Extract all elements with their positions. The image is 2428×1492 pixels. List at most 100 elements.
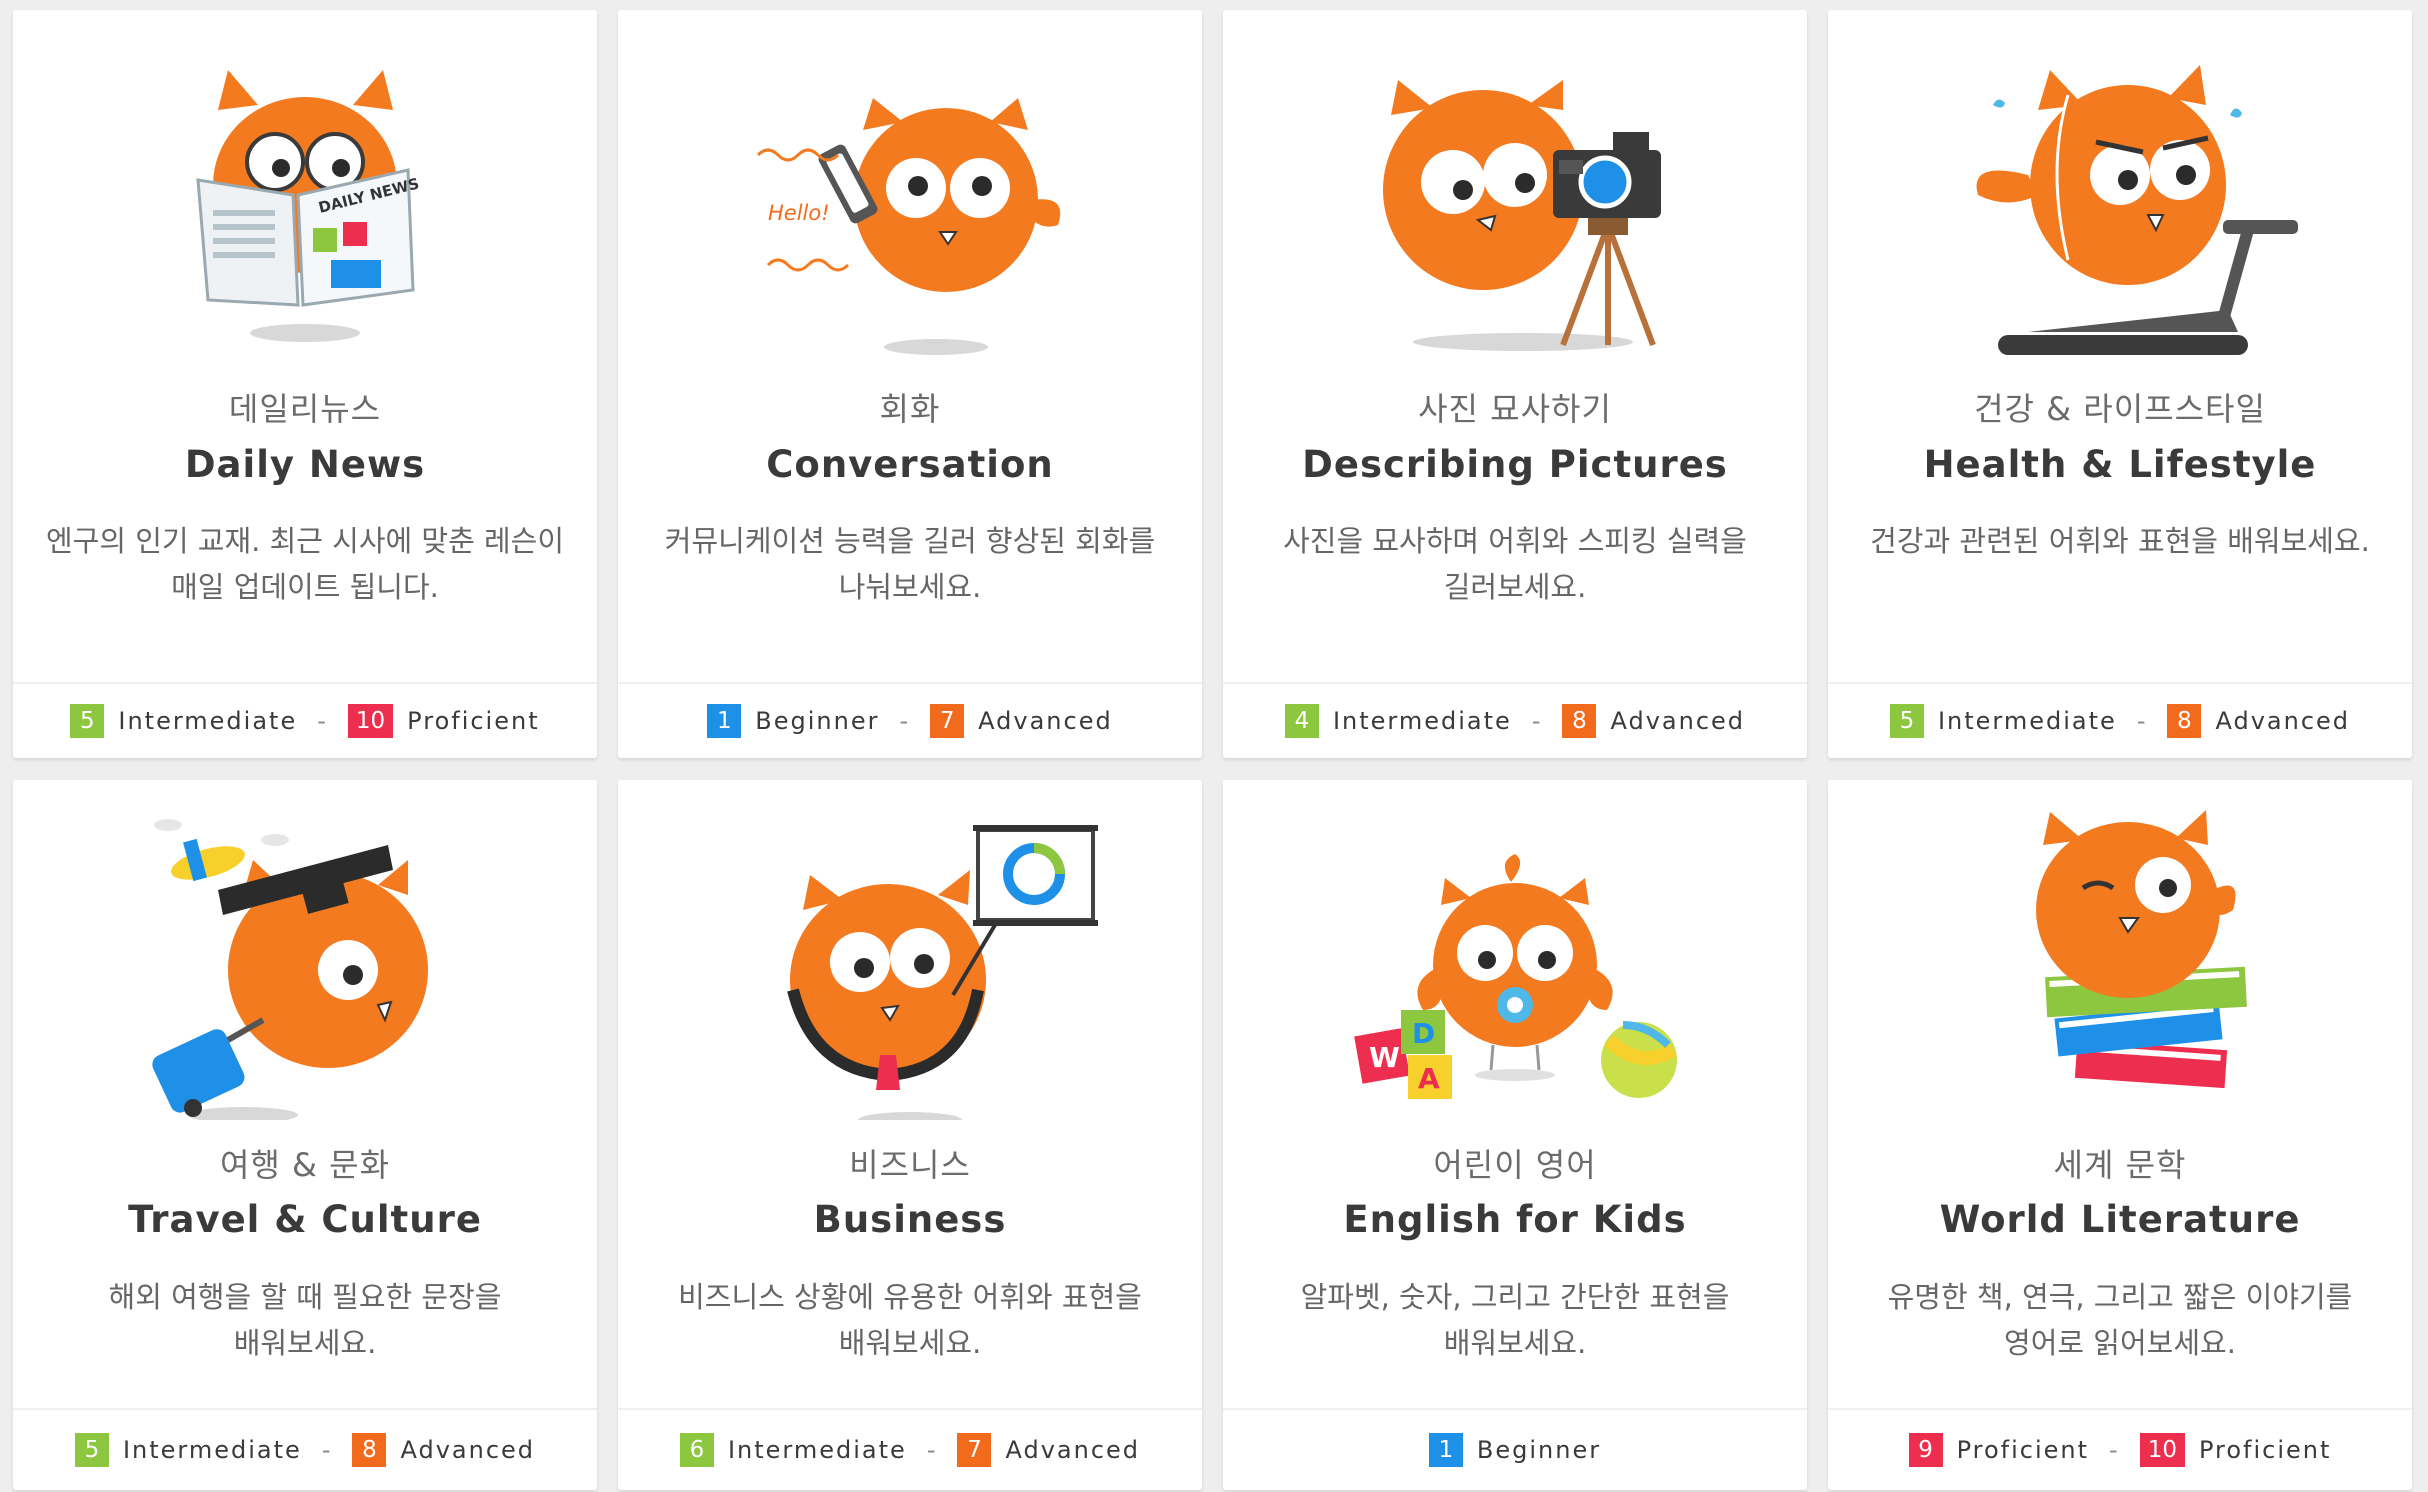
level-to: 10 Proficient: [347, 704, 540, 738]
course-title-en: Daily News: [184, 443, 426, 486]
level-label: Intermediate: [122, 1436, 302, 1464]
level-to: 7 Advanced: [957, 1433, 1140, 1467]
level-label: Advanced: [1610, 707, 1746, 735]
owl-with-camera-icon: [1223, 10, 1807, 360]
course-card-english-for-kids[interactable]: W D A 어린이 영어 English for Kids 알파벳, 숫자, 그…: [1223, 780, 1807, 1490]
course-description: 유명한 책, 연극, 그리고 짧은 이야기를 영어로 읽어보세요.: [1887, 1280, 2353, 1360]
course-description: 비즈니스 상황에 유용한 어휘와 표현을 배워보세요.: [678, 1280, 1142, 1360]
level-range: 4 Intermediate - 8 Advanced: [1223, 682, 1807, 758]
block-letter-w: W: [1369, 1041, 1400, 1074]
level-badge: 8: [1562, 704, 1597, 738]
level-range: 1 Beginner - 7 Advanced: [618, 682, 1202, 758]
baby-owl-with-blocks-icon: W D A: [1223, 780, 1807, 1120]
level-to: 10 Proficient: [2139, 1433, 2332, 1467]
level-range: 5 Intermediate - 8 Advanced: [1828, 682, 2412, 758]
level-label: Proficient: [2198, 1436, 2332, 1464]
level-from: 9 Proficient: [1908, 1433, 2090, 1467]
course-card-daily-news[interactable]: DAILY NEWS 데일리뉴스 Daily News 엔구의 인기 교재. 최…: [13, 10, 597, 758]
level-label: Advanced: [2215, 707, 2351, 735]
level-label: Beginner: [1476, 1436, 1602, 1464]
course-description: 엔구의 인기 교재. 최근 시사에 맞춘 레슨이 매일 업데이트 됩니다.: [45, 524, 565, 604]
level-range: 5 Intermediate - 10 Proficient: [13, 682, 597, 758]
owl-traveler-icon: [13, 780, 597, 1120]
level-to: 8 Advanced: [2167, 704, 2350, 738]
level-to: 7 Advanced: [930, 704, 1113, 738]
level-from: 5 Intermediate: [70, 704, 297, 738]
course-description: 사진을 묘사하며 어휘와 스피킹 실력을 길러보세요.: [1283, 524, 1747, 604]
level-badge: 5: [1889, 704, 1924, 738]
level-label: Intermediate: [1937, 707, 2117, 735]
level-badge: 1: [707, 704, 742, 738]
level-from: 1 Beginner: [707, 704, 879, 738]
level-badge: 7: [957, 1433, 992, 1467]
course-card-conversation[interactable]: Hello! 회화 Conversation 커뮤니케이션 능력을 길러 향상된…: [618, 10, 1202, 758]
level-badge: 8: [352, 1433, 387, 1467]
level-label: Advanced: [400, 1436, 536, 1464]
level-dash: -: [926, 1436, 938, 1464]
level-label: Proficient: [407, 707, 540, 735]
level-label: Intermediate: [118, 707, 298, 735]
level-range: 5 Intermediate - 8 Advanced: [13, 1408, 597, 1490]
owl-on-phone-icon: Hello!: [618, 10, 1202, 360]
level-range: 1 Beginner: [1223, 1408, 1807, 1490]
level-from: 1 Beginner: [1428, 1433, 1602, 1467]
course-title-ko: 회화: [879, 390, 941, 428]
owl-on-treadmill-icon: [1828, 10, 2412, 360]
level-label: Intermediate: [727, 1436, 907, 1464]
course-card-travel-culture[interactable]: 여행 & 문화 Travel & Culture 해외 여행을 할 때 필요한 …: [13, 780, 597, 1490]
level-to: 8 Advanced: [1562, 704, 1745, 738]
course-title-ko: 비즈니스: [849, 1146, 971, 1184]
level-to: 8 Advanced: [352, 1433, 535, 1467]
course-title-en: World Literature: [1939, 1198, 2301, 1241]
level-badge: 1: [1428, 1433, 1463, 1467]
course-description: 커뮤니케이션 능력을 길러 향상된 회화를 나눠보세요.: [664, 524, 1156, 604]
course-card-business[interactable]: 비즈니스 Business 비즈니스 상황에 유용한 어휘와 표현을 배워보세요…: [618, 780, 1202, 1490]
level-badge: 4: [1284, 704, 1319, 738]
level-dash: -: [2136, 707, 2148, 735]
level-badge: 10: [2139, 1433, 2185, 1467]
level-badge: 9: [1908, 1433, 1943, 1467]
owl-on-books-icon: [1828, 780, 2412, 1120]
course-card-health-lifestyle[interactable]: 건강 & 라이프스타일 Health & Lifestyle 건강과 관련된 어…: [1828, 10, 2412, 758]
level-badge: 8: [2167, 704, 2202, 738]
course-title-ko: 사진 묘사하기: [1418, 390, 1612, 428]
level-dash: -: [321, 1436, 333, 1464]
course-title-en: Conversation: [766, 443, 1054, 486]
level-dash: -: [317, 707, 328, 735]
level-dash: -: [1531, 707, 1543, 735]
owl-presenting-chart-icon: [618, 780, 1202, 1120]
course-card-describing-pictures[interactable]: 사진 묘사하기 Describing Pictures 사진을 묘사하며 어휘와…: [1223, 10, 1807, 758]
level-badge: 6: [679, 1433, 714, 1467]
level-label: Advanced: [1005, 1436, 1141, 1464]
level-badge: 10: [347, 704, 394, 738]
course-title-ko: 어린이 영어: [1433, 1146, 1597, 1184]
level-label: Proficient: [1956, 1436, 2090, 1464]
block-letter-d: D: [1412, 1017, 1435, 1050]
level-from: 6 Intermediate: [679, 1433, 907, 1467]
course-title-en: Describing Pictures: [1302, 443, 1728, 486]
owl-reading-newspaper-icon: DAILY NEWS: [13, 10, 597, 360]
course-title-en: Business: [813, 1198, 1007, 1241]
block-letter-a: A: [1418, 1062, 1440, 1095]
level-badge: 5: [70, 704, 105, 738]
level-from: 5 Intermediate: [74, 1433, 302, 1467]
hello-speech: Hello!: [768, 201, 830, 225]
course-title-ko: 건강 & 라이프스타일: [1974, 390, 2266, 428]
course-description: 해외 여행을 할 때 필요한 문장을 배워보세요.: [108, 1280, 502, 1360]
level-dash: -: [899, 707, 911, 735]
course-title-ko: 여행 & 문화: [219, 1146, 391, 1184]
course-description: 건강과 관련된 어휘와 표현을 배워보세요.: [1870, 524, 2370, 558]
course-grid: DAILY NEWS 데일리뉴스 Daily News 엔구의 인기 교재. 최…: [13, 10, 2412, 1490]
course-title-ko: 데일리뉴스: [228, 390, 382, 428]
level-label: Beginner: [755, 707, 880, 735]
level-badge: 7: [930, 704, 965, 738]
level-dash: -: [2109, 1436, 2120, 1464]
level-label: Intermediate: [1332, 707, 1512, 735]
level-badge: 5: [74, 1433, 109, 1467]
level-range: 9 Proficient - 10 Proficient: [1828, 1408, 2412, 1490]
course-card-world-literature[interactable]: 세계 문학 World Literature 유명한 책, 연극, 그리고 짧은…: [1828, 780, 2412, 1490]
level-label: Advanced: [978, 707, 1113, 735]
level-range: 6 Intermediate - 7 Advanced: [618, 1408, 1202, 1490]
course-title-en: Health & Lifestyle: [1923, 443, 2317, 486]
course-title-en: Travel & Culture: [128, 1198, 482, 1241]
